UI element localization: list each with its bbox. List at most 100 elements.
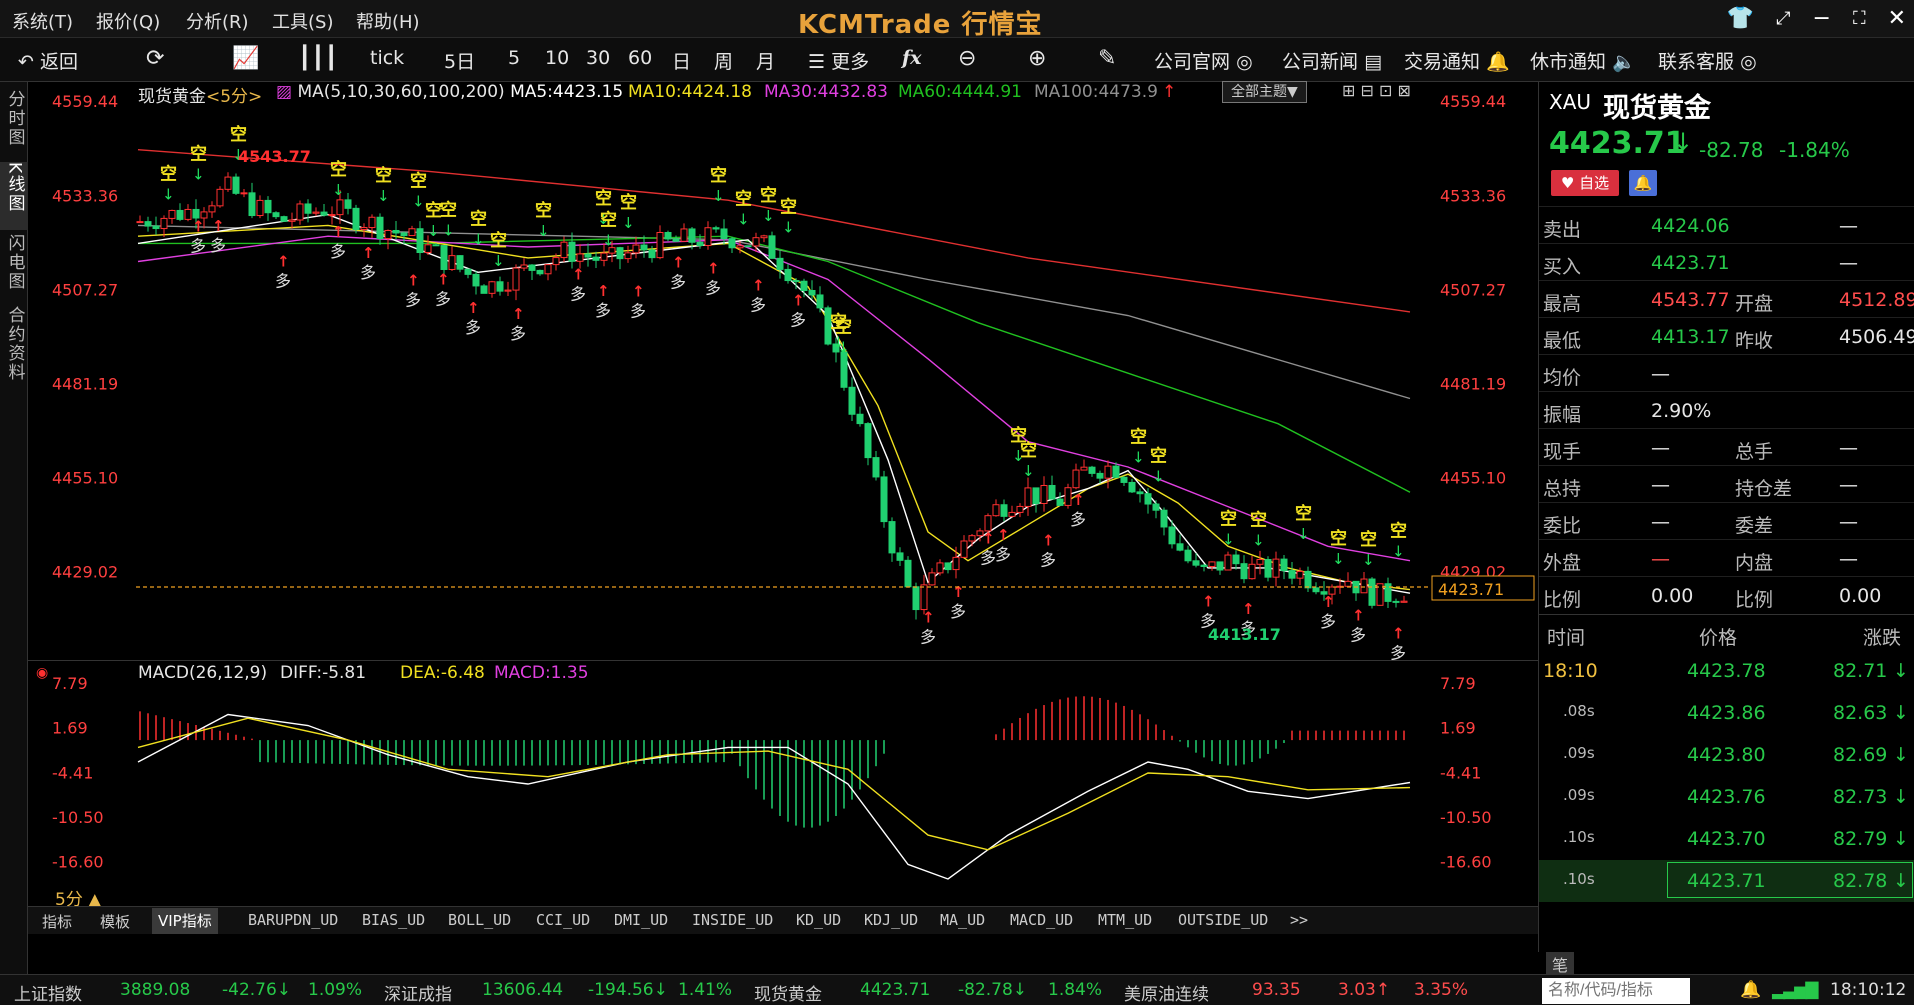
back-button[interactable]: ↶ 返回 — [18, 47, 78, 74]
kline-chart[interactable]: 4559.44 4559.44 4533.36 4533.36 4507.27 4507.… — [28, 81, 1538, 662]
tab-macd[interactable]: MACD_UD — [1010, 911, 1073, 929]
tab-dmi[interactable]: DMI_UD — [614, 911, 668, 929]
add-favorite-button[interactable]: ♥ 自选 — [1551, 170, 1619, 196]
period-tick[interactable]: tick — [370, 47, 404, 69]
link-support[interactable]: 联系客服 ◎ — [1658, 47, 1757, 74]
legend-instrument: 现货黄金<5分> — [138, 82, 262, 107]
zoom-in-icon[interactable]: ⊕ — [1028, 46, 1046, 71]
search-input[interactable] — [1542, 978, 1690, 1004]
period-10min[interactable]: 10 — [545, 47, 569, 69]
period-day[interactable]: 日 — [672, 47, 691, 74]
signal-long-arrow: ↑ — [512, 305, 525, 323]
down-arrow-icon: ↓ — [1893, 870, 1909, 892]
app-brand: KCMTrade 行情宝 — [798, 10, 1043, 40]
signal-short: 空 — [1295, 503, 1312, 524]
tab-inside[interactable]: INSIDE_UD — [692, 911, 773, 929]
signal-short-arrow: ↓ — [712, 187, 725, 205]
notification-bell-icon[interactable]: 🔔 — [1740, 980, 1761, 1000]
period-60min[interactable]: 60 — [628, 47, 652, 69]
settings-dot-icon[interactable]: ◉ — [36, 665, 48, 681]
tab-mtm[interactable]: MTM_UD — [1098, 911, 1152, 929]
tab-flash[interactable]: 闪电图 — [0, 234, 28, 302]
menu-analysis[interactable]: 分析(R) — [186, 8, 249, 34]
y-tick-left: 4455.10 — [52, 468, 118, 487]
signal-long: 多 — [510, 324, 526, 343]
period-month[interactable]: 月 — [756, 47, 775, 74]
period-5day[interactable]: 5日 — [444, 47, 475, 74]
tab-boll[interactable]: BOLL_UD — [448, 911, 511, 929]
zoom-out-icon[interactable]: ⊖ — [958, 46, 976, 71]
link-company-site[interactable]: 公司官网 ◎ — [1154, 47, 1253, 74]
menu-quote[interactable]: 报价(Q) — [96, 8, 160, 34]
ma60-value: MA60:4444.91 — [898, 82, 1022, 102]
status-index-4-name[interactable]: 美原油连续 — [1124, 980, 1209, 1005]
period-week[interactable]: 周 — [714, 47, 733, 74]
candle-body — [1256, 559, 1264, 565]
tick-price: 4423.70 — [1687, 828, 1766, 850]
tab-barupdn[interactable]: BARUPDN_UD — [248, 911, 338, 929]
signal-short-arrow: ↓ — [162, 185, 175, 203]
tab-bias[interactable]: BIAS_UD — [362, 911, 425, 929]
close-icon[interactable]: ✕ — [1888, 7, 1906, 31]
candle-body — [176, 209, 184, 220]
more-button[interactable]: ☰ 更多 — [808, 47, 869, 74]
candlestick-icon[interactable]: ┃┃┃ — [298, 46, 338, 71]
formula-button[interactable]: fx — [902, 47, 922, 69]
candle-body — [592, 256, 600, 261]
tab-kline[interactable]: K线图 — [0, 162, 28, 230]
trend-chart-icon[interactable]: 📈 — [232, 46, 259, 71]
tab-timeshare[interactable]: 分时图 — [0, 90, 28, 158]
tab-cci[interactable]: CCI_UD — [536, 911, 590, 929]
status-index-3-name[interactable]: 现货黄金 — [754, 980, 822, 1005]
restore-icon[interactable]: ⤢ — [1776, 7, 1790, 31]
link-trade-notice[interactable]: 交易通知 🔔 — [1404, 47, 1510, 74]
tab-vip-indicators[interactable]: VIP指标 — [152, 908, 218, 934]
candle-body — [368, 216, 376, 229]
signal-long: 多 — [750, 295, 766, 314]
price-alert-button[interactable]: 🔔 — [1629, 170, 1657, 196]
menu-tools[interactable]: 工具(S) — [272, 8, 333, 34]
status-index-1-name[interactable]: 上证指数 — [14, 980, 82, 1005]
tab-kd[interactable]: KD_UD — [796, 911, 841, 929]
menu-system[interactable]: 系统(T) — [12, 8, 73, 34]
trades-tab[interactable]: 笔 — [1546, 952, 1575, 976]
candle-body — [512, 267, 520, 291]
candle-body — [480, 285, 488, 294]
link-company-news[interactable]: 公司新闻 ▤ — [1282, 47, 1382, 74]
quote-row-v2: — — [1839, 437, 1858, 459]
quote-row-l1: 委比 — [1543, 515, 1582, 537]
candle-body — [600, 252, 608, 261]
legend-ma: ▨ MA(5,10,30,60,100,200) MA5:4423.15 — [276, 82, 623, 102]
quote-row-l1: 买入 — [1543, 256, 1582, 278]
shirt-icon[interactable]: 👕 — [1727, 7, 1754, 31]
candle-body — [240, 192, 248, 195]
tab-outside[interactable]: OUTSIDE_UD — [1178, 911, 1268, 929]
tick-change: 82.78 — [1833, 870, 1888, 892]
y-tick-right: 4559.44 — [1440, 92, 1506, 111]
period-30min[interactable]: 30 — [586, 47, 610, 69]
link-market-closed[interactable]: 休市通知 🔈 — [1530, 47, 1636, 74]
menu-help[interactable]: 帮助(H) — [356, 8, 420, 34]
theme-select[interactable]: 全部主题▼ — [1222, 81, 1307, 103]
signal-long-arrow: ↑ — [672, 254, 685, 272]
quote-row: 买入 4423.71 — — [1539, 243, 1914, 280]
period-5min[interactable]: 5 — [508, 47, 520, 69]
tab-contract-info[interactable]: 合约资料 — [0, 306, 28, 394]
status-index-1-value: 3889.08 — [120, 980, 191, 1000]
macd-chart[interactable]: 7.79 7.79 1.69 1.69 -4.41 -4.41 -10.50 -10.50 -1… — [28, 660, 1538, 880]
refresh-icon[interactable]: ⟳ — [146, 46, 164, 71]
status-index-2-name[interactable]: 深证成指 — [384, 980, 452, 1005]
candle-body — [632, 244, 640, 254]
macd-value: MACD:1.35 — [494, 663, 589, 683]
maximize-icon[interactable]: ⛶ — [1853, 7, 1866, 31]
quote-row-l2: 昨收 — [1735, 330, 1774, 352]
tab-templates[interactable]: 模板 — [100, 911, 130, 932]
layout-icons[interactable]: ⊞ ⊟ ⊡ ⊠ — [1342, 81, 1411, 100]
tab-more[interactable]: >> — [1290, 911, 1308, 929]
pen-icon[interactable]: ✎ — [1098, 46, 1116, 71]
tab-ma[interactable]: MA_UD — [940, 911, 985, 929]
signal-long-arrow: ↑ — [1242, 600, 1255, 618]
tab-indicators[interactable]: 指标 — [42, 911, 72, 932]
tab-kdj[interactable]: KDJ_UD — [864, 911, 918, 929]
minimize-icon[interactable]: − — [1813, 7, 1831, 31]
